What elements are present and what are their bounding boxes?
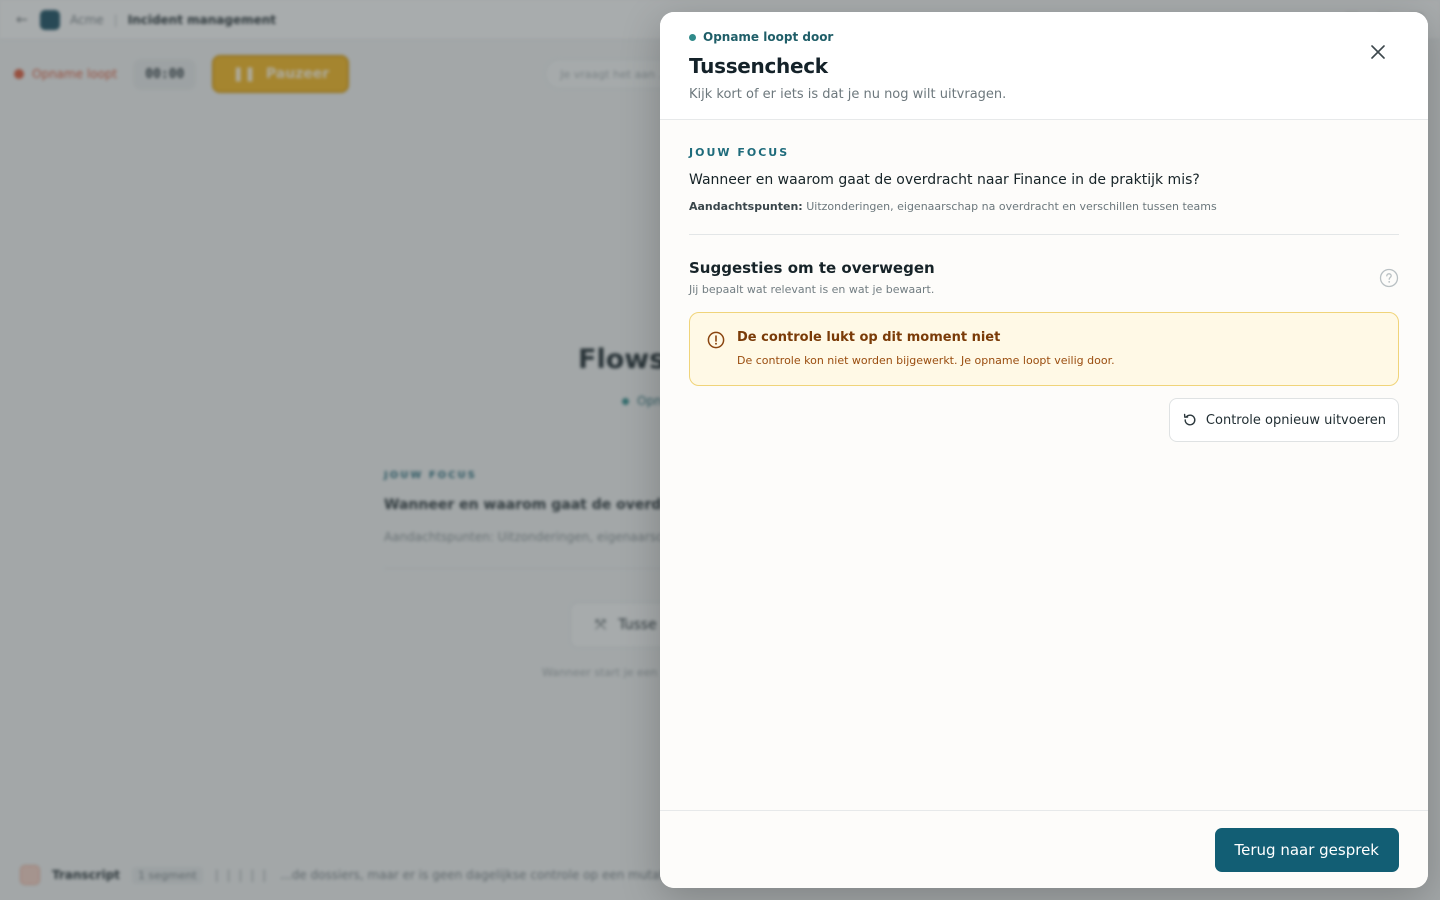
close-button[interactable] <box>1366 40 1390 64</box>
focus-heading: JOUW FOCUS <box>689 146 790 159</box>
tussencheck-panel: Opname loopt door Tussencheck Kijk kort … <box>660 12 1428 888</box>
panel-title: Tussencheck <box>689 54 828 78</box>
panel-body: JOUW FOCUS Wanneer en waarom gaat de ove… <box>660 120 1428 810</box>
refresh-icon <box>1183 413 1196 426</box>
suggestions-subtitle: Jij bepaalt wat relevant is en wat je be… <box>689 283 935 296</box>
suggestions-section: Suggesties om te overwegen Jij bepaalt w… <box>689 259 1399 296</box>
recording-status-label: Opname loopt door <box>703 30 834 44</box>
alert-title: De controle lukt op dit moment niet <box>737 330 1001 345</box>
recording-status: Opname loopt door <box>689 30 1399 44</box>
focus-attention: Aandachtspunten: Uitzonderingen, eigenaa… <box>689 200 1399 213</box>
focus-question: Wanneer en waarom gaat de overdracht naa… <box>689 172 1200 188</box>
section-divider <box>689 234 1399 235</box>
attention-text: Uitzonderingen, eigenaarschap na overdra… <box>806 200 1217 213</box>
status-dot-icon <box>689 33 696 41</box>
help-circle-icon[interactable] <box>1379 268 1399 288</box>
alert-text: De controle kon niet worden bijgewerkt. … <box>737 354 1115 367</box>
panel-footer: Terug naar gesprek <box>660 810 1428 888</box>
suggestions-title: Suggesties om te overwegen <box>689 259 935 277</box>
attention-label: Aandachtspunten: <box>689 200 803 213</box>
alert-content: De controle lukt op dit moment niet De c… <box>737 330 1115 367</box>
panel-header: Opname loopt door Tussencheck Kijk kort … <box>660 12 1428 120</box>
retry-row: Controle opnieuw uitvoeren <box>689 398 1399 442</box>
alert-circle-icon <box>707 331 725 349</box>
close-icon <box>1371 45 1385 59</box>
retry-check-label: Controle opnieuw uitvoeren <box>1205 412 1386 428</box>
panel-subtitle: Kijk kort of er iets is dat je nu nog wi… <box>689 87 1007 102</box>
error-alert: De controle lukt op dit moment niet De c… <box>689 312 1399 386</box>
back-to-conversation-button[interactable]: Terug naar gesprek <box>1214 827 1399 872</box>
retry-check-button[interactable]: Controle opnieuw uitvoeren <box>1168 398 1399 442</box>
